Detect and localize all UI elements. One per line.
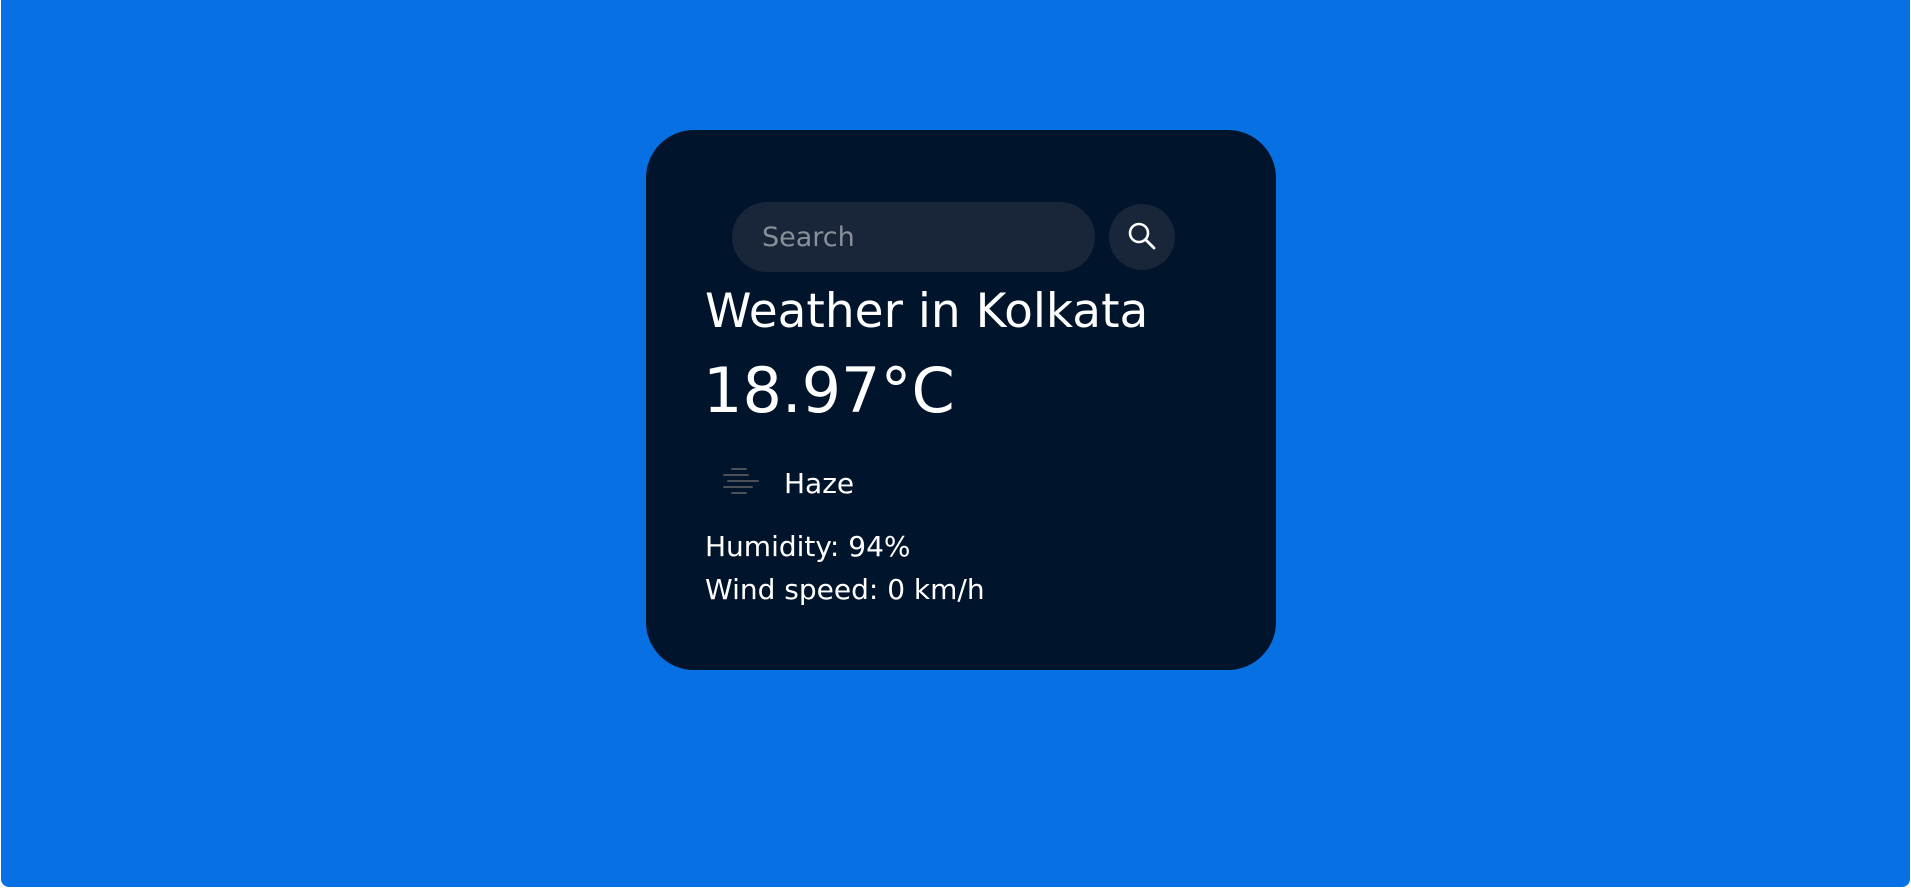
temperature: 18.97°C — [703, 354, 955, 427]
search-button[interactable] — [1109, 204, 1175, 270]
page-background: Weather in Kolkata 18.97°C Haze Humidity… — [1, 0, 1910, 887]
haze-icon — [718, 465, 762, 501]
search-bar — [732, 202, 1175, 272]
weather-card: Weather in Kolkata 18.97°C Haze Humidity… — [646, 130, 1276, 670]
weather-condition: Haze — [718, 465, 854, 501]
condition-label: Haze — [784, 466, 855, 500]
search-input[interactable] — [732, 202, 1095, 272]
search-icon — [1126, 220, 1158, 255]
wind-speed: Wind speed: 0 km/h — [705, 573, 985, 606]
humidity: Humidity: 94% — [705, 530, 911, 563]
weather-title: Weather in Kolkata — [705, 284, 1149, 339]
